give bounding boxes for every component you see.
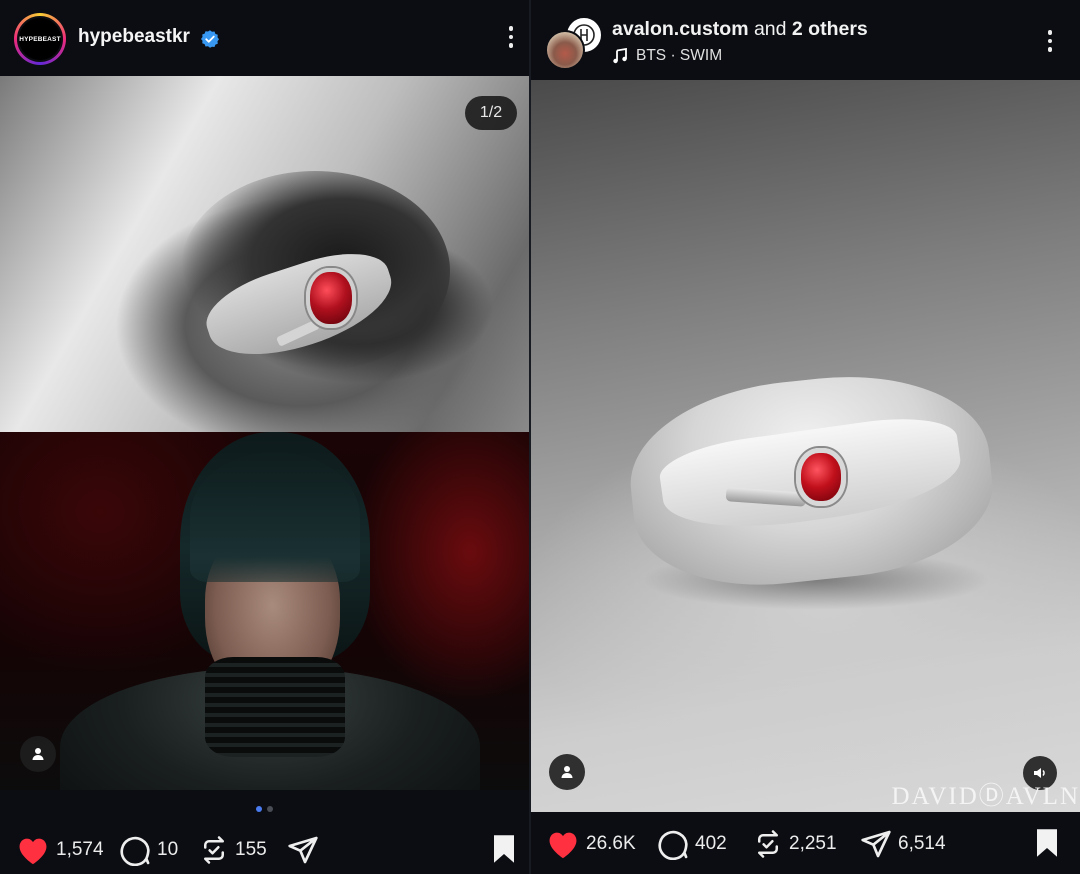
- repost-icon: [758, 830, 778, 858]
- right-post-title: avalon.custom and 2 others: [612, 18, 868, 41]
- right-more-icon[interactable]: [1046, 30, 1054, 54]
- post-image-portrait[interactable]: [0, 432, 529, 790]
- music-label: BTS · SWIM: [636, 47, 723, 64]
- right-repost-button[interactable]: 2,251: [753, 828, 837, 860]
- left-avatar[interactable]: HYPEBEAST: [14, 13, 66, 65]
- right-share-count: 6,514: [898, 833, 946, 854]
- verified-icon: [201, 30, 219, 48]
- share-button[interactable]: [287, 834, 319, 866]
- carousel-dot: [267, 806, 273, 812]
- carousel-dots: [0, 806, 529, 812]
- right-comment-count: 402: [695, 833, 727, 854]
- comment-count: 10: [157, 839, 179, 860]
- carousel-dot-active: [256, 806, 262, 812]
- left-post-header: HYPEBEAST hypebeastkr: [0, 0, 529, 76]
- bookmark-button[interactable]: [491, 834, 517, 864]
- avatar-logo-text: HYPEBEAST: [17, 16, 63, 62]
- right-bookmark-button[interactable]: [1034, 828, 1060, 858]
- bangs: [190, 452, 360, 582]
- repost-count: 155: [235, 839, 267, 860]
- left-post: HYPEBEAST hypebeastkr 1/2 1,574 10 155: [0, 0, 529, 874]
- collab-others[interactable]: 2 others: [792, 18, 868, 40]
- comment-button[interactable]: 10: [119, 834, 178, 866]
- collar: [205, 657, 345, 757]
- user-tag-icon[interactable]: [20, 736, 56, 772]
- slide-counter: 1/2: [465, 96, 517, 130]
- collab-connector: and: [748, 18, 792, 40]
- right-repost-count: 2,251: [789, 833, 837, 854]
- left-more-icon[interactable]: [507, 26, 515, 50]
- repost-button[interactable]: 155: [199, 834, 267, 866]
- post-image-grill-mold[interactable]: DAVIDⒹAVLN: [531, 80, 1080, 812]
- user-tag-icon[interactable]: [549, 754, 585, 790]
- share-icon: [861, 830, 891, 858]
- comment-icon: [658, 830, 688, 860]
- bookmark-icon: [494, 835, 514, 863]
- like-count: 1,574: [56, 839, 104, 860]
- bookmark-icon: [1037, 829, 1057, 857]
- post-image-grill-closeup[interactable]: 1/2: [0, 76, 529, 432]
- red-gem: [796, 448, 846, 506]
- watermark: DAVIDⒹAVLN: [891, 783, 1080, 810]
- left-username[interactable]: hypebeastkr: [78, 26, 190, 48]
- like-button[interactable]: 1,574: [16, 834, 104, 866]
- heart-icon: [549, 832, 577, 859]
- right-like-count: 26.6K: [586, 833, 636, 854]
- music-note-icon: [613, 48, 627, 64]
- heart-icon: [19, 838, 47, 865]
- share-icon: [288, 836, 318, 864]
- right-comment-button[interactable]: 402: [657, 828, 727, 860]
- music-info[interactable]: BTS · SWIM: [612, 47, 722, 65]
- red-gem: [306, 268, 356, 328]
- comment-icon: [120, 836, 150, 866]
- right-username[interactable]: avalon.custom: [612, 18, 749, 40]
- repost-icon: [204, 836, 224, 864]
- right-like-button[interactable]: 26.6K: [546, 828, 636, 860]
- collab-avatar-2[interactable]: [545, 30, 585, 70]
- right-share-button[interactable]: 6,514: [860, 828, 946, 860]
